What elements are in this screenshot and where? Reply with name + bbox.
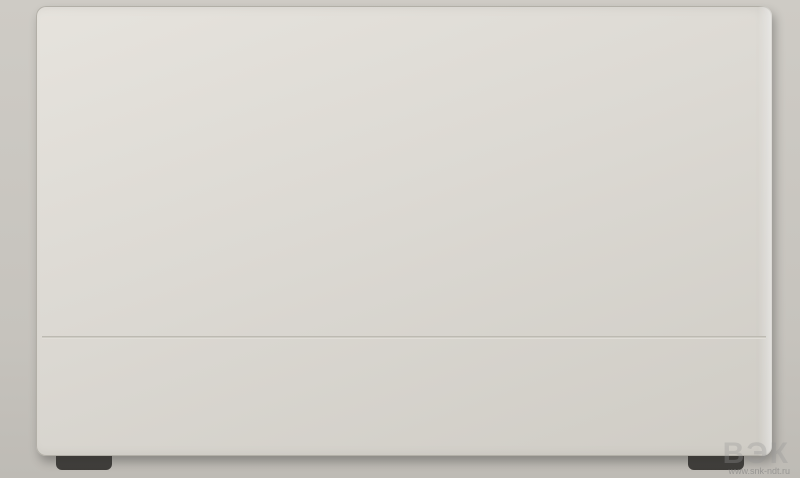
watermark: ВЭК www.snk-ndt.ru bbox=[723, 442, 790, 476]
instrument-photo: KEYSIGHT ENA Network Analyzer E5080A 9 k… bbox=[0, 0, 800, 478]
watermark-mark: ВЭК bbox=[723, 442, 790, 466]
case-side-highlight bbox=[758, 6, 772, 456]
watermark-url: www.snk-ndt.ru bbox=[723, 466, 790, 476]
instrument-body bbox=[36, 6, 772, 456]
panel-seam bbox=[42, 336, 766, 339]
